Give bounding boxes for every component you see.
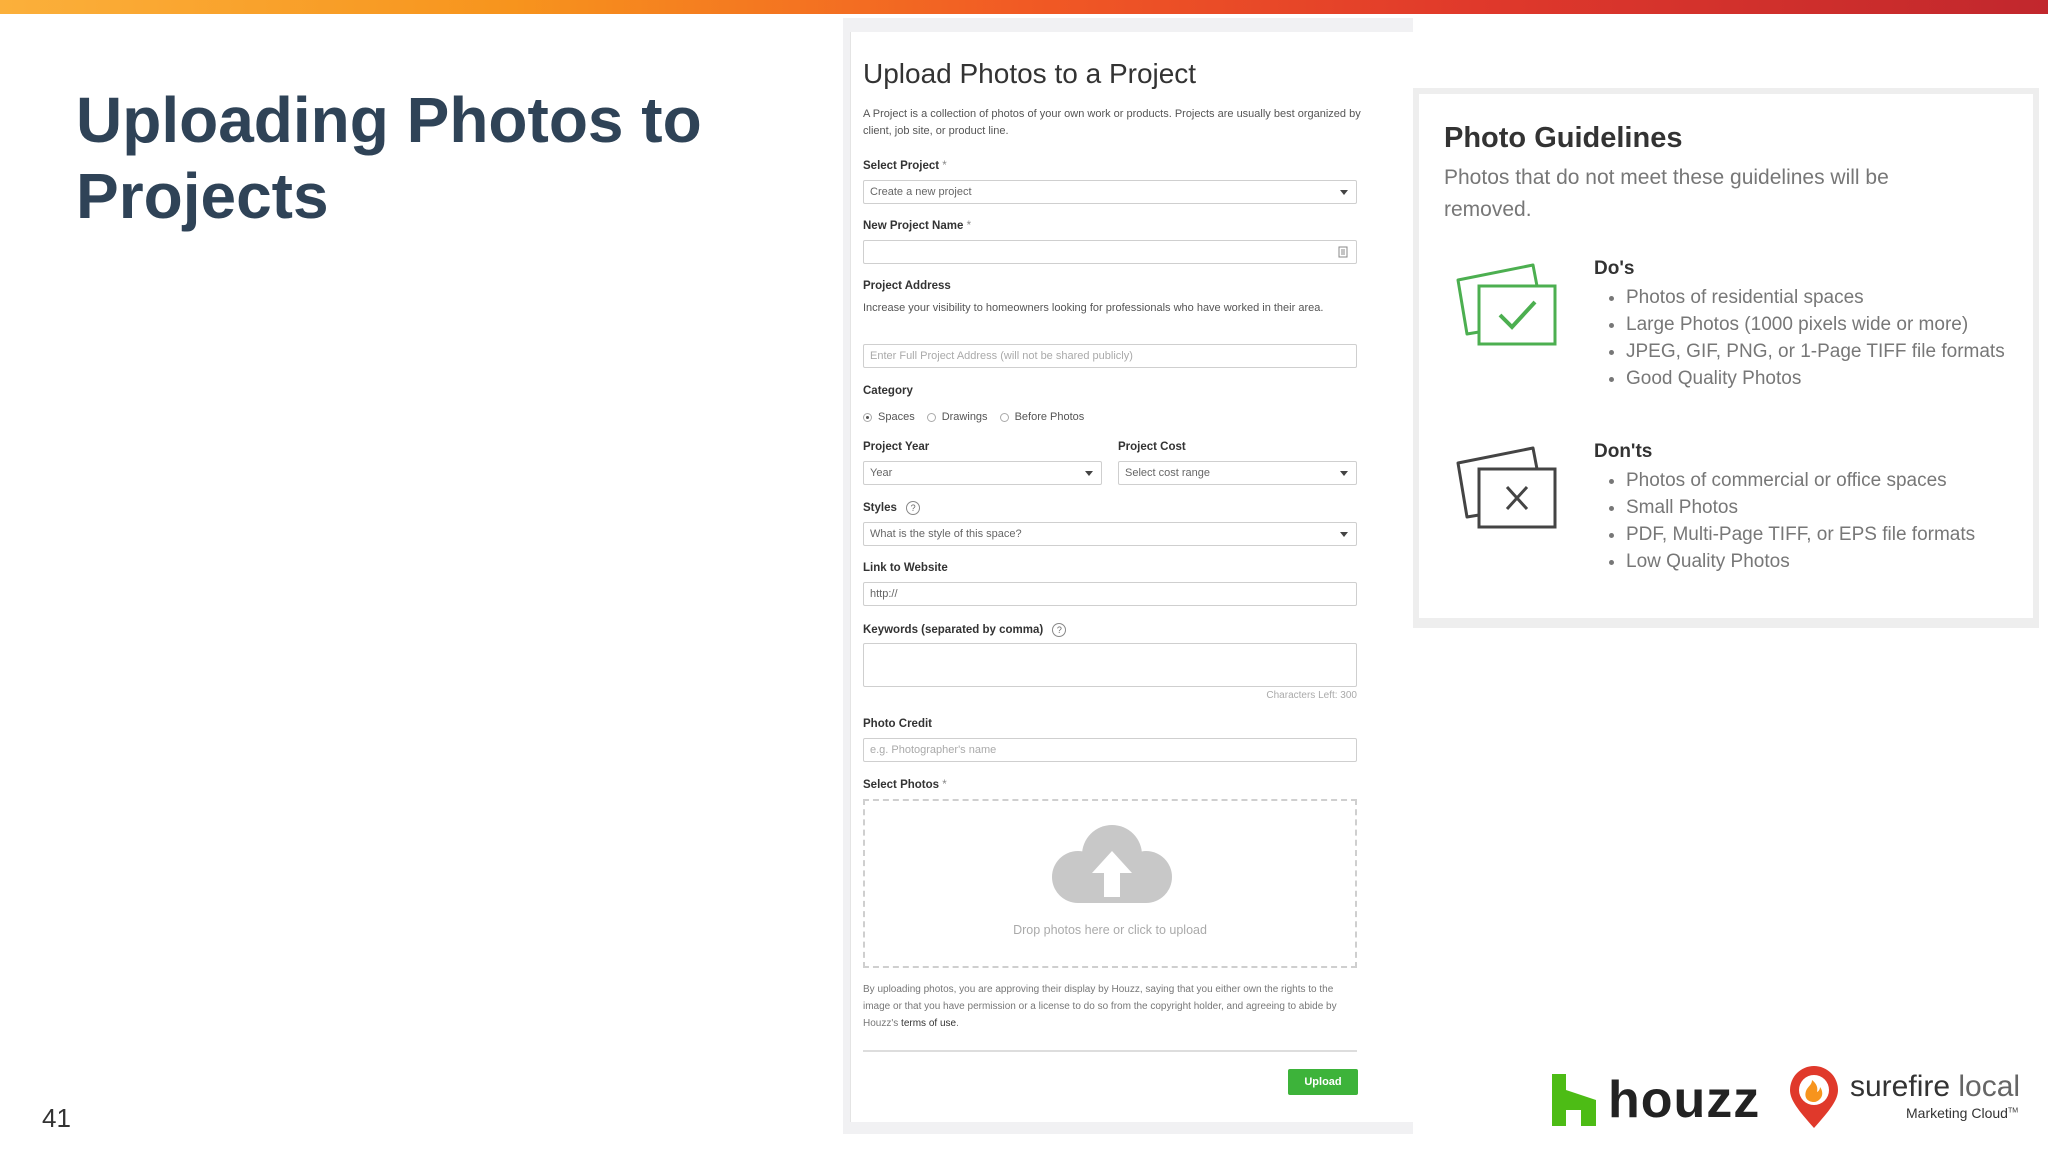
photo-dropzone[interactable]: Drop photos here or click to upload [863,799,1357,968]
characters-left: Characters Left: 300 [1266,690,1357,701]
surefire-flame-icon [1790,1066,1838,1128]
checkmark-photo-icon [1456,263,1557,346]
radio-before-photos[interactable]: Before Photos [999,411,1084,423]
chevron-down-icon [1340,532,1348,537]
category-label: Category [863,385,913,397]
donts-title: Don'ts [1594,441,1653,462]
cloud-upload-icon [1052,825,1172,903]
project-year-dropdown[interactable]: Year [863,461,1102,485]
list-item: JPEG, GIF, PNG, or 1-Page TIFF file form… [1626,338,2005,365]
list-item: Large Photos (1000 pixels wide or more) [1626,311,2005,338]
houzz-mark-icon [1552,1074,1596,1126]
chevron-down-icon [1340,471,1348,476]
autofill-icon [1338,246,1348,258]
select-photos-label: Select Photos * [863,779,947,791]
category-radio-group: Spaces Drawings Before Photos [863,411,1096,423]
surefire-wordmark: surefire local [1850,1070,2021,1103]
styles-dropdown[interactable]: What is the style of this space? [863,522,1357,546]
styles-label: Styles ? [863,501,921,515]
list-item: PDF, Multi-Page TIFF, or EPS file format… [1626,521,1975,548]
photo-credit-label: Photo Credit [863,718,932,730]
new-project-name-label: New Project Name * [863,220,972,232]
chevron-down-icon [1340,190,1348,195]
new-project-name-input[interactable] [863,240,1357,264]
donts-list: Photos of commercial or office spaces Sm… [1604,467,1975,575]
dropzone-text: Drop photos here or click to upload [1013,923,1207,937]
form-title: Upload Photos to a Project [863,58,1197,89]
slide-title: Uploading Photos to Projects [76,84,702,232]
form-description: A Project is a collection of photos of y… [863,108,1361,137]
select-project-dropdown[interactable]: Create a new project [863,180,1357,204]
list-item: Photos of residential spaces [1626,284,2005,311]
brand-gradient-bar [0,0,2048,14]
project-cost-label: Project Cost [1118,441,1186,453]
project-address-label: Project Address [863,280,951,292]
website-label: Link to Website [863,562,948,574]
help-icon[interactable]: ? [1052,623,1067,637]
keywords-textarea[interactable] [863,643,1357,687]
dos-list: Photos of residential spaces Large Photo… [1604,284,2005,392]
guidelines-title: Photo Guidelines [1444,122,1683,154]
project-address-input[interactable]: Enter Full Project Address (will not be … [863,344,1357,368]
list-item: Low Quality Photos [1626,548,1975,575]
radio-spaces[interactable]: Spaces [863,411,915,423]
list-item: Photos of commercial or office spaces [1626,467,1975,494]
help-icon[interactable]: ? [906,501,921,515]
slide-number: 41 [42,1103,71,1133]
photo-credit-input[interactable]: e.g. Photographer's name [863,738,1357,762]
project-year-label: Project Year [863,441,930,453]
terms-of-use-link[interactable]: terms of use [901,1018,956,1029]
dos-title: Do's [1594,258,1635,279]
houzz-logo: houzz [1552,1070,1760,1130]
select-project-label: Select Project * [863,160,947,172]
legal-text: By uploading photos, you are approving t… [863,984,1337,1029]
chevron-down-icon [1085,471,1093,476]
x-photo-icon [1456,446,1557,529]
form-divider [863,1050,1357,1052]
keywords-label: Keywords (separated by comma) ? [863,623,1067,637]
website-input[interactable]: http:// [863,582,1357,606]
project-address-help: Increase your visibility to homeowners l… [863,302,1324,314]
list-item: Small Photos [1626,494,1975,521]
guidelines-subtitle: Photos that do not meet these guidelines… [1444,166,1889,221]
project-cost-dropdown[interactable]: Select cost range [1118,461,1357,485]
radio-drawings[interactable]: Drawings [926,411,988,423]
list-item: Good Quality Photos [1626,365,2005,392]
surefire-tagline: Marketing CloudTM [1906,1105,2019,1121]
upload-button[interactable]: Upload [1288,1069,1358,1095]
